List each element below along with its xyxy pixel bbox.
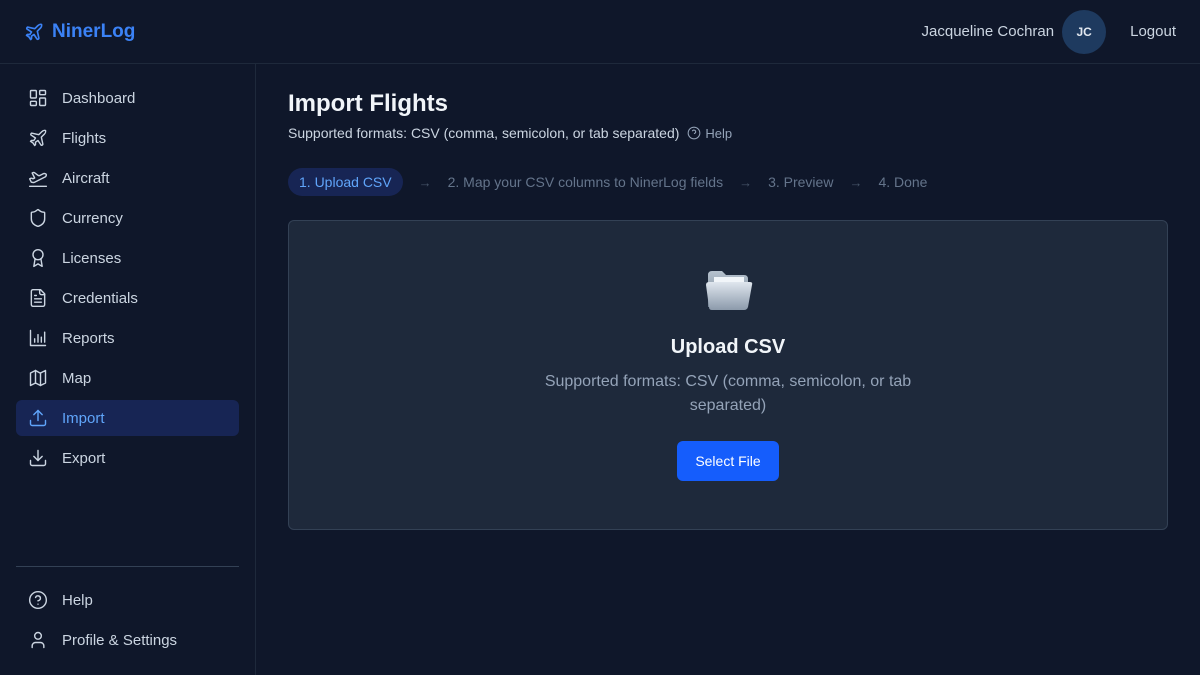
download-icon bbox=[29, 449, 47, 467]
user-name: Jacqueline Cochran bbox=[921, 23, 1055, 40]
sidebar-item-map[interactable]: Map bbox=[16, 360, 239, 396]
sidebar-item-aircraft[interactable]: Aircraft bbox=[16, 160, 239, 196]
help-circle-icon bbox=[28, 590, 48, 610]
step-map-columns: 2. Map your CSV columns to NinerLog fiel… bbox=[447, 174, 724, 190]
sidebar-item-currency[interactable]: Currency bbox=[16, 200, 239, 236]
plane-logo-icon bbox=[25, 23, 43, 40]
sidebar-divider bbox=[16, 566, 239, 567]
logout-button[interactable]: Logout bbox=[1130, 23, 1176, 40]
step-done: 4. Done bbox=[878, 174, 928, 190]
brand-logo[interactable]: NinerLog bbox=[24, 21, 135, 43]
sidebar-item-label: Profile & Settings bbox=[62, 631, 178, 649]
bar-chart-icon bbox=[29, 329, 47, 347]
sidebar-bottom-nav: Help Profile & Settings bbox=[16, 582, 239, 662]
sidebar-item-label: Map bbox=[62, 369, 92, 387]
page-subtitle: Supported formats: CSV (comma, semicolon… bbox=[288, 125, 680, 141]
open-folder-icon bbox=[706, 271, 753, 310]
upload-dropzone[interactable]: Upload CSV Supported formats: CSV (comma… bbox=[288, 220, 1168, 530]
map-icon bbox=[29, 369, 47, 387]
upload-icon bbox=[29, 409, 47, 427]
upload-description: Supported formats: CSV (comma, semicolon… bbox=[544, 373, 912, 414]
page-subtitle-row: Supported formats: CSV (comma, semicolon… bbox=[288, 125, 732, 141]
shield-icon bbox=[30, 208, 46, 228]
user-icon bbox=[31, 631, 45, 649]
app-name: NinerLog bbox=[52, 20, 136, 42]
sidebar-item-label: Export bbox=[62, 449, 106, 467]
step-preview: 3. Preview bbox=[768, 174, 834, 190]
sidebar-item-import[interactable]: Import bbox=[16, 400, 239, 436]
import-stepper: 1. Upload CSV → 2. Map your CSV columns … bbox=[288, 168, 927, 196]
sidebar-item-help[interactable]: Help bbox=[16, 582, 239, 618]
arrow-right-icon: → bbox=[739, 174, 753, 190]
dashboard-icon bbox=[29, 89, 47, 107]
sidebar-item-label: Aircraft bbox=[62, 169, 110, 187]
step-upload-csv: 1. Upload CSV bbox=[288, 168, 403, 196]
help-circle-icon bbox=[688, 126, 701, 140]
sidebar-item-label: Reports bbox=[62, 329, 115, 347]
avatar[interactable]: JC bbox=[1062, 9, 1107, 54]
sidebar-item-dashboard[interactable]: Dashboard bbox=[16, 80, 239, 116]
sidebar-item-label: Credentials bbox=[62, 289, 138, 307]
sidebar-item-licenses[interactable]: Licenses bbox=[16, 240, 239, 276]
sidebar-item-export[interactable]: Export bbox=[16, 440, 239, 476]
sidebar-item-reports[interactable]: Reports bbox=[16, 320, 239, 356]
plane-icon bbox=[29, 129, 47, 147]
user-menu: Jacqueline Cochran JC Logout bbox=[921, 9, 1176, 54]
plane-takeoff-icon bbox=[28, 171, 48, 188]
sidebar-item-profile-settings[interactable]: Profile & Settings bbox=[16, 622, 239, 658]
sidebar: Dashboard Flights Aircraft Currency Lice… bbox=[0, 64, 256, 675]
sidebar-item-label: Import bbox=[62, 409, 105, 427]
sidebar-item-credentials[interactable]: Credentials bbox=[16, 280, 239, 316]
page-title: Import Flights bbox=[288, 90, 448, 117]
sidebar-item-label: Licenses bbox=[62, 249, 122, 267]
sidebar-item-flights[interactable]: Flights bbox=[16, 120, 239, 156]
sidebar-nav: Dashboard Flights Aircraft Currency Lice… bbox=[16, 80, 239, 480]
sidebar-item-label: Help bbox=[62, 591, 93, 609]
upload-title: Upload CSV bbox=[670, 336, 786, 358]
help-link-label: Help bbox=[705, 125, 733, 141]
sidebar-item-label: Currency bbox=[62, 209, 123, 227]
help-link[interactable]: Help bbox=[687, 126, 732, 141]
arrow-right-icon: → bbox=[418, 174, 432, 190]
award-icon bbox=[32, 248, 44, 268]
sidebar-item-label: Flights bbox=[62, 129, 107, 147]
sidebar-item-label: Dashboard bbox=[62, 89, 136, 107]
arrow-right-icon: → bbox=[849, 174, 863, 190]
top-bar: NinerLog Jacqueline Cochran JC Logout bbox=[0, 0, 1200, 64]
document-icon bbox=[30, 288, 46, 308]
select-file-button[interactable]: Select File bbox=[677, 441, 779, 481]
